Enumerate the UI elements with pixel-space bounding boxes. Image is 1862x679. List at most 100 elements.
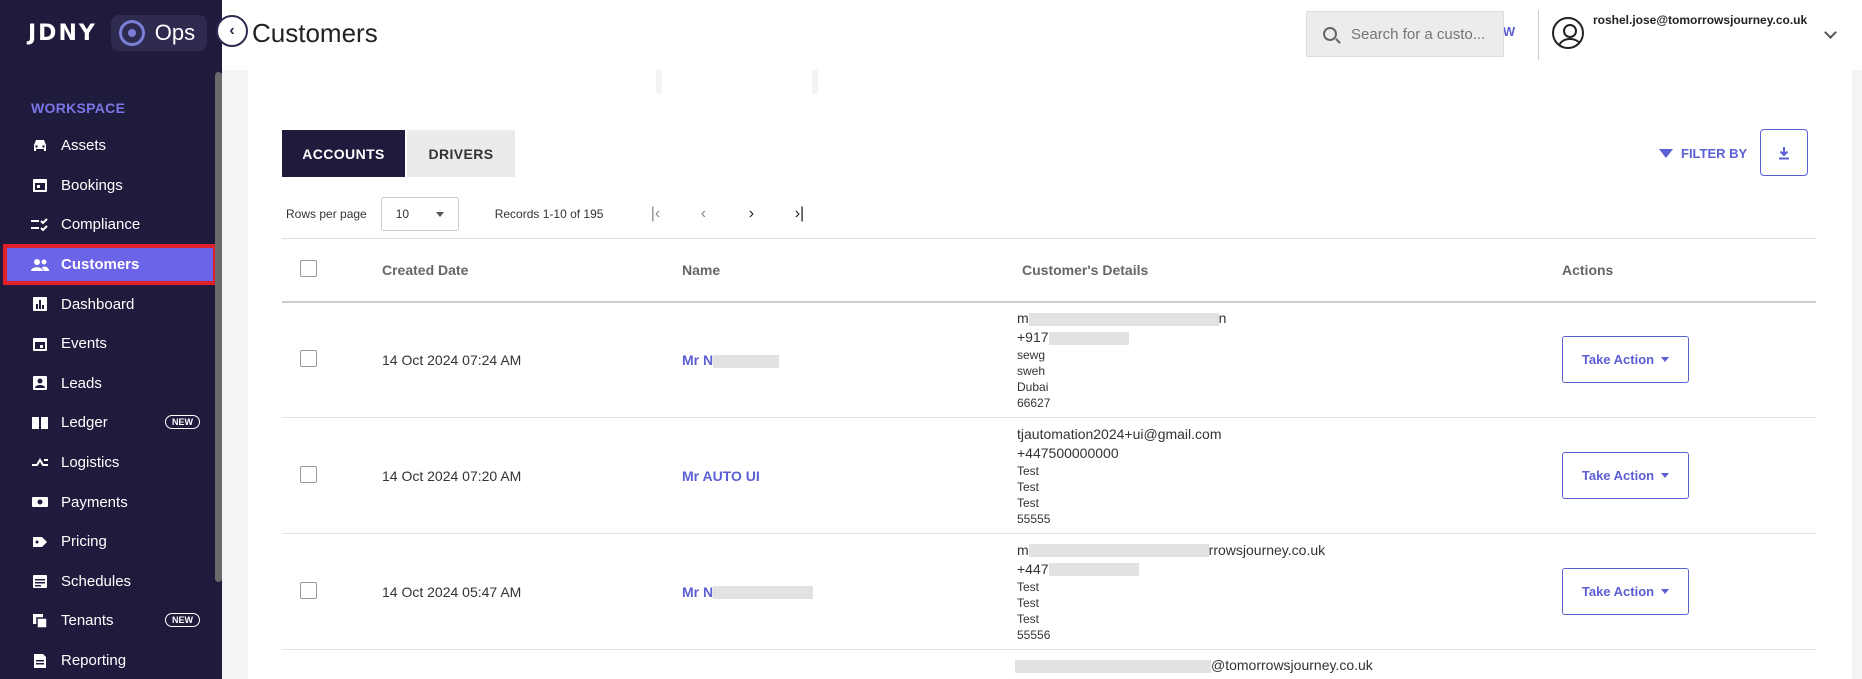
last-page-icon[interactable]: ›| <box>789 205 809 223</box>
download-button[interactable] <box>1760 129 1808 176</box>
address-postcode: 66627 <box>1017 395 1051 410</box>
tab-accounts[interactable]: ACCOUNTS <box>282 130 405 177</box>
tag-icon <box>30 534 50 550</box>
created-date: 14 Oct 2024 07:24 AM <box>382 351 522 368</box>
next-page-icon[interactable]: › <box>741 205 761 223</box>
sidebar-item-dashboard[interactable]: Dashboard <box>0 284 216 324</box>
table-header-row: Created Date Name Customer's Details Act… <box>282 238 1816 302</box>
user-email: roshel.jose@tomorrowsjourney.co.uk <box>1593 13 1808 27</box>
col-actions: Actions <box>1562 261 1614 278</box>
records-count: Records 1-10 of 195 <box>494 207 604 221</box>
sidebar-item-ledger[interactable]: Ledger NEW <box>0 403 216 443</box>
route-icon <box>30 455 50 471</box>
tab-drivers[interactable]: DRIVERS <box>407 130 515 177</box>
sidebar-item-label: Assets <box>61 137 107 155</box>
caret-down-icon <box>435 211 444 217</box>
people-icon <box>30 257 50 273</box>
row-checkbox[interactable] <box>300 465 317 483</box>
table-row: 14 Oct 2024 05:47 AM Mr N m rrowsjourney.… <box>282 534 1816 650</box>
sidebar-item-schedules[interactable]: Schedules <box>0 562 216 602</box>
customer-name-link[interactable]: Mr N <box>682 584 713 600</box>
row-checkbox[interactable] <box>300 349 317 367</box>
sidebar-item-label: Schedules <box>61 572 132 590</box>
filter-label: FILTER BY <box>1681 146 1748 161</box>
address-city: Dubai <box>1017 379 1049 394</box>
customer-name-link[interactable]: Mr N <box>682 352 713 368</box>
table-row: 14 Oct 2024 07:24 AM Mr N m n +917 sewg s… <box>282 302 1816 418</box>
customer-phone: +447500000000 <box>1017 444 1119 461</box>
sidebar-item-logistics[interactable]: Logistics <box>0 443 216 483</box>
address-line-2: Test <box>1017 595 1040 610</box>
customer-email: tjautomation2024+ui@gmail.com <box>1017 425 1222 442</box>
brand-logo[interactable]: JDNY Ops <box>28 14 208 52</box>
row-checkbox[interactable] <box>300 581 317 599</box>
col-created-date: Created Date <box>382 261 469 278</box>
search-icon <box>1323 27 1337 41</box>
search-box[interactable] <box>1306 11 1504 57</box>
sidebar-item-label: Customers <box>61 256 140 274</box>
redacted-block <box>713 586 814 600</box>
address-line-1: sewg <box>1017 347 1046 362</box>
sidebar-item-events[interactable]: Events <box>0 324 216 364</box>
sidebar-item-leads[interactable]: Leads <box>0 364 216 404</box>
workspace-label: WORKSPACE <box>31 100 126 116</box>
report-icon <box>30 653 50 669</box>
sidebar-item-assets[interactable]: Assets <box>0 126 216 166</box>
sidebar-item-label: Events <box>61 335 107 353</box>
sidebar-item-customers[interactable]: Customers <box>3 243 217 286</box>
take-action-button[interactable]: Take Action <box>1562 452 1689 499</box>
rows-per-page-select[interactable]: 10 <box>380 197 459 231</box>
user-avatar-icon[interactable] <box>1552 17 1584 49</box>
collapse-sidebar-button[interactable]: ‹ <box>216 15 248 47</box>
tenants-icon <box>30 613 50 629</box>
first-page-icon[interactable]: |‹ <box>645 205 665 223</box>
customer-email: m <box>1017 541 1029 558</box>
select-all-checkbox[interactable] <box>300 259 317 277</box>
customer-email-suffix: rrowsjourney.co.uk <box>1208 541 1326 558</box>
filter-icon <box>1659 149 1673 158</box>
tab-bar: ACCOUNTS DRIVERS <box>282 130 515 177</box>
sidebar-item-pricing[interactable]: Pricing <box>0 522 216 562</box>
ops-logo-icon <box>118 20 145 46</box>
search-input[interactable] <box>1351 25 1501 43</box>
sidebar-item-payments[interactable]: Payments <box>0 482 216 522</box>
sidebar-item-reporting[interactable]: Reporting <box>0 641 216 679</box>
take-action-label: Take Action <box>1581 584 1655 599</box>
new-badge: NEW <box>165 613 200 628</box>
redacted-block <box>1015 659 1211 673</box>
sidebar-item-compliance[interactable]: Compliance <box>0 205 216 245</box>
sidebar-item-tenants[interactable]: Tenants NEW <box>0 601 216 641</box>
calendar-event-icon <box>30 336 50 352</box>
sidebar-item-label: Reporting <box>61 652 127 670</box>
sidebar-item-label: Dashboard <box>61 295 135 313</box>
sidebar-item-bookings[interactable]: Bookings <box>0 166 216 206</box>
table-row: 14 Oct 2024 07:20 AM Mr AUTO UI tjautoma… <box>282 418 1816 534</box>
car-icon <box>30 138 50 154</box>
address-line-1: Test <box>1017 463 1040 478</box>
customer-phone: +917 <box>1017 328 1049 345</box>
customer-name-link[interactable]: Mr AUTO UI <box>682 468 760 484</box>
take-action-button[interactable]: Take Action <box>1562 568 1689 615</box>
chevron-down-icon[interactable] <box>1824 26 1837 39</box>
customer-email-suffix: @tomorrowsjourney.co.uk <box>1211 657 1373 673</box>
section-stub <box>818 70 1852 94</box>
customers-table: Created Date Name Customer's Details Act… <box>282 238 1816 679</box>
book-icon <box>30 415 50 431</box>
section-stub <box>662 70 812 94</box>
prev-page-icon[interactable]: ‹ <box>693 205 713 223</box>
section-stub <box>248 70 656 94</box>
take-action-button[interactable]: Take Action <box>1562 336 1689 384</box>
jdny-logo: JDNY <box>28 20 97 46</box>
rows-per-page-label: Rows per page <box>286 207 367 221</box>
checklist-icon <box>30 217 50 233</box>
chevron-left-icon: ‹ <box>229 22 235 39</box>
calendar-icon <box>30 177 50 193</box>
filter-by-button[interactable]: FILTER BY <box>1659 146 1747 161</box>
created-date: 14 Oct 2024 05:47 AM <box>382 583 522 600</box>
sidebar-scrollbar[interactable] <box>215 72 222 582</box>
sidebar-item-label: Ledger <box>61 414 108 432</box>
download-icon <box>1779 146 1789 159</box>
table-row: @tomorrowsjourney.co.uk <box>282 650 1816 679</box>
redacted-block <box>713 354 780 368</box>
sidebar-item-label: Leads <box>61 374 102 392</box>
